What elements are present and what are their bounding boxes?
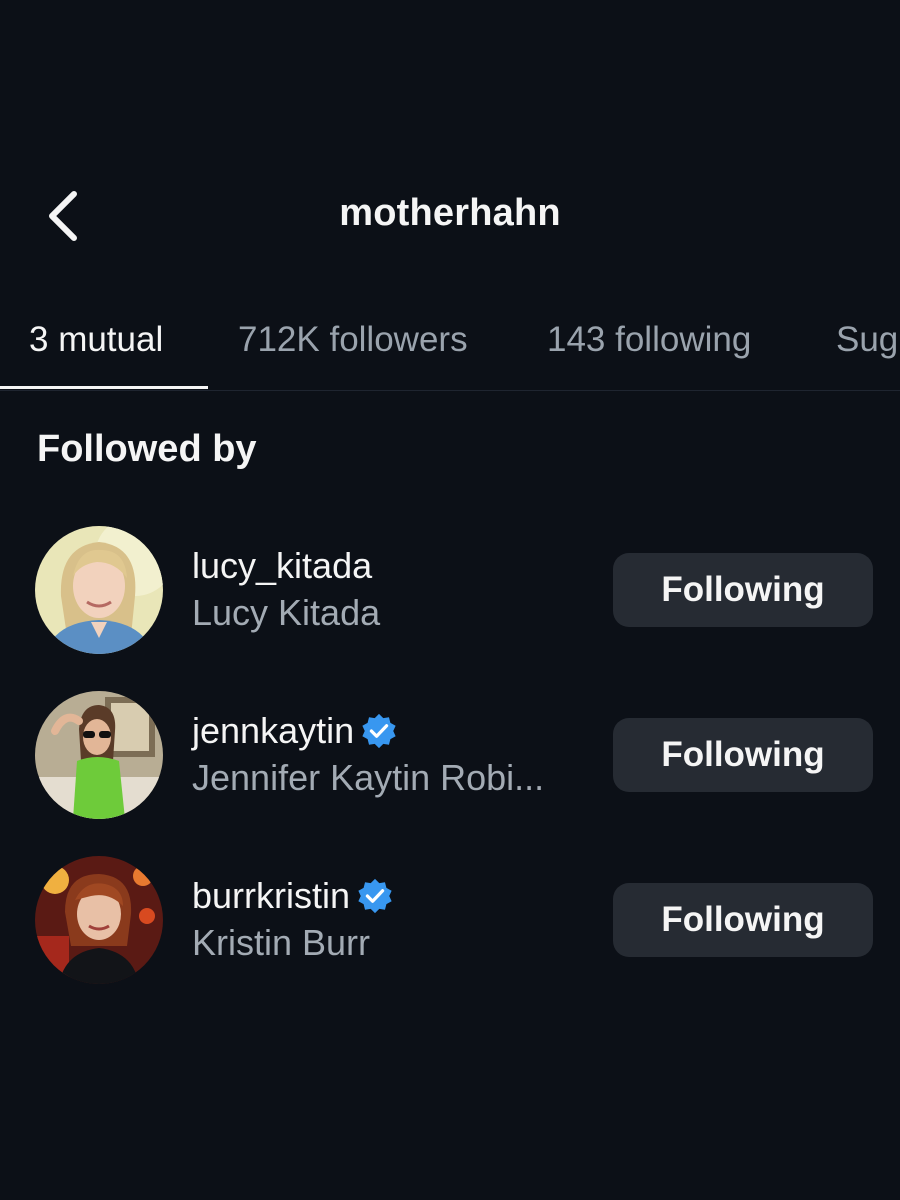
user-info: lucy_kitada Lucy Kitada <box>192 544 380 634</box>
following-button[interactable]: Following <box>613 553 873 627</box>
active-tab-indicator <box>0 386 208 389</box>
username[interactable]: burrkristin <box>192 875 350 917</box>
top-bar: motherhahn <box>0 170 900 260</box>
full-name: Lucy Kitada <box>192 592 381 633</box>
full-name: Kristin Burr <box>192 922 371 963</box>
following-button[interactable]: Following <box>613 718 873 792</box>
tab-following[interactable]: 143 following <box>547 320 751 360</box>
avatar[interactable] <box>35 691 163 819</box>
user-info: jennkaytin Jennifer Kaytin Robi... <box>192 709 544 799</box>
section-title: Followed by <box>37 428 257 470</box>
tab-suggested[interactable]: Sug <box>836 320 898 360</box>
page-title: motherhahn <box>339 192 561 234</box>
verified-badge-icon <box>358 878 392 914</box>
username[interactable]: lucy_kitada <box>192 545 372 587</box>
tab-mutual[interactable]: 3 mutual <box>29 320 163 360</box>
tab-bar: 3 mutual 712K followers 143 following Su… <box>0 300 900 391</box>
full-name: Jennifer Kaytin Robi... <box>192 757 545 798</box>
verified-badge-icon <box>362 713 396 749</box>
following-button[interactable]: Following <box>613 883 873 957</box>
avatar[interactable] <box>35 856 163 984</box>
user-row: burrkristin Kristin Burr Following <box>0 856 900 988</box>
avatar[interactable] <box>35 526 163 654</box>
tab-followers[interactable]: 712K followers <box>238 320 468 360</box>
user-info: burrkristin Kristin Burr <box>192 874 394 964</box>
user-row: lucy_kitada Lucy Kitada Following <box>0 526 900 658</box>
username[interactable]: jennkaytin <box>192 710 354 752</box>
user-row: jennkaytin Jennifer Kaytin Robi... Follo… <box>0 691 900 823</box>
